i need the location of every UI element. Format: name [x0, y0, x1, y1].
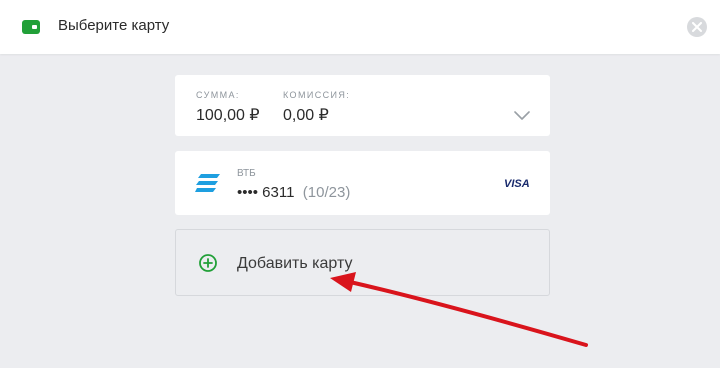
add-card-button[interactable]: Добавить карту: [175, 229, 550, 296]
bank-name: ВТБ: [237, 168, 256, 179]
wallet-icon: [22, 20, 40, 34]
card-masked-number: •••• 6311: [237, 184, 295, 201]
commission-value: 0,00 ₽: [283, 107, 329, 124]
payment-summary[interactable]: СУММА: 100,00 ₽ КОМИССИЯ: 0,00 ₽: [175, 75, 550, 136]
modal-header: Выберите карту: [0, 0, 720, 54]
close-button[interactable]: [687, 17, 707, 37]
visa-logo: VISA: [504, 178, 530, 190]
card-expiry: (10/23): [302, 184, 351, 201]
chevron-down-icon[interactable]: [514, 107, 530, 125]
amount-value: 100,00 ₽: [196, 107, 260, 124]
plus-circle-icon: [199, 254, 217, 277]
close-icon: [692, 22, 702, 32]
page-title: Выберите карту: [58, 17, 170, 34]
commission-label: КОМИССИЯ:: [283, 90, 351, 100]
card-number: •••• 6311 (10/23): [237, 184, 350, 201]
add-card-label: Добавить карту: [237, 255, 353, 272]
amount-label: СУММА:: [196, 90, 240, 100]
saved-card-item[interactable]: ВТБ •••• 6311 (10/23) VISA: [175, 151, 550, 215]
vtb-logo-icon: [195, 173, 221, 198]
